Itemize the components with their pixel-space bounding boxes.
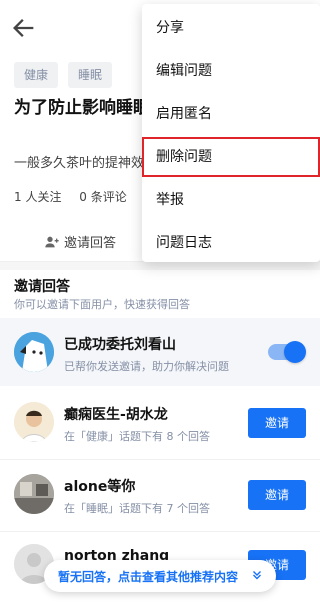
delegate-subtitle: 已帮你发送邀请，助力你解决问题 — [64, 360, 229, 373]
menu-item-edit-question[interactable]: 编辑问题 — [142, 51, 320, 91]
dog-mascot-icon — [14, 332, 54, 372]
user-row: alone等你 在「睡眠」话题下有 7 个回答 邀请 — [0, 460, 320, 532]
menu-item-share[interactable]: 分享 — [142, 8, 320, 48]
floating-bar-label: 暂无回答，点击查看其他推荐内容 — [58, 569, 239, 584]
user-row: 癫痫医生-胡水龙 在「健康」话题下有 8 个回答 邀请 — [0, 388, 320, 460]
avatar-photo-icon — [14, 474, 54, 514]
arrow-left-icon[interactable] — [10, 14, 38, 42]
no-answer-floating-bar[interactable]: 暂无回答，点击查看其他推荐内容 — [44, 560, 276, 592]
user-subtitle: 在「睡眠」话题下有 7 个回答 — [64, 502, 210, 515]
user-name[interactable]: 癫痫医生-胡水龙 — [64, 404, 168, 424]
question-meta: 1 人关注 0 条评论 — [14, 188, 141, 205]
user-subtitle: 在「健康」话题下有 8 个回答 — [64, 430, 210, 443]
topic-tags: 健康 睡眠 — [14, 62, 113, 88]
section-divider — [0, 262, 320, 270]
delegate-row: 已成功委托刘看山 已帮你发送邀请，助力你解决问题 — [0, 318, 320, 386]
invite-section-title: 邀请回答 — [14, 279, 70, 295]
avatar-photo-icon — [14, 402, 54, 442]
avatar[interactable] — [14, 474, 54, 514]
tag-sleep[interactable]: 睡眠 — [68, 62, 113, 88]
invite-section-subtitle: 你可以邀请下面用户，快速获得回答 — [14, 298, 190, 311]
invite-button[interactable]: 邀请 — [248, 480, 306, 510]
avatar[interactable] — [14, 402, 54, 442]
menu-item-enable-anonymous[interactable]: 启用匿名 — [142, 94, 320, 134]
question-options-menu: 分享 编辑问题 启用匿名 删除问题 举报 问题日志 — [142, 4, 320, 262]
menu-item-question-log[interactable]: 问题日志 — [142, 223, 320, 263]
menu-item-delete-question[interactable]: 删除问题 — [142, 137, 320, 177]
delegate-toggle[interactable] — [268, 341, 306, 363]
tag-health[interactable]: 健康 — [14, 62, 59, 88]
menu-item-report[interactable]: 举报 — [142, 180, 320, 220]
comments-count[interactable]: 0 条评论 — [79, 190, 126, 204]
user-name[interactable]: alone等你 — [64, 476, 135, 496]
toggle-knob — [284, 341, 306, 363]
invite-answer-button[interactable]: 邀请回答 — [44, 232, 116, 251]
invite-answer-label: 邀请回答 — [64, 236, 117, 251]
delegate-name: 已成功委托刘看山 — [64, 337, 176, 353]
avatar-liukanshan — [14, 332, 54, 372]
add-user-icon — [45, 236, 59, 247]
followers-count: 1 人关注 — [14, 190, 62, 204]
invite-button[interactable]: 邀请 — [248, 408, 306, 438]
double-chevron-down-icon — [253, 571, 261, 580]
